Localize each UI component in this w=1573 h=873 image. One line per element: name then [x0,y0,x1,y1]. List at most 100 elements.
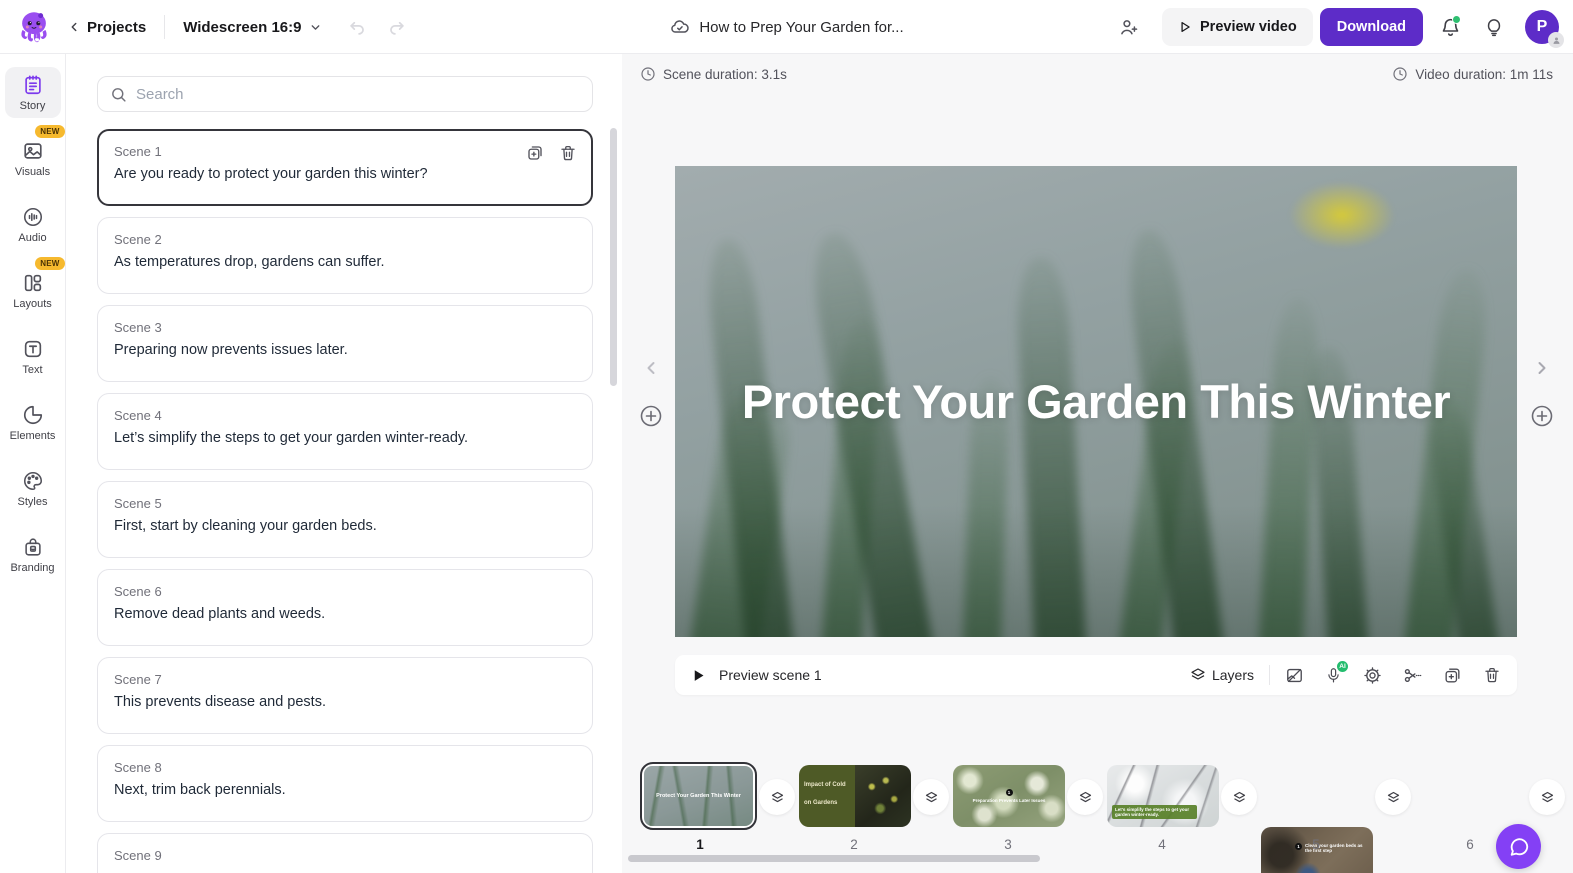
back-chevron-icon [67,20,81,34]
clock-icon [1392,66,1408,82]
duplicate-scene-icon[interactable] [526,144,544,162]
thumb-number: 4 [1150,837,1174,852]
trim-scissors-icon[interactable] [1403,666,1422,685]
delete-scene-icon[interactable] [1483,666,1501,684]
scene-label: Scene 4 [114,408,576,423]
voiceover-mic-icon[interactable]: AI [1325,667,1342,684]
delete-scene-icon[interactable] [559,144,577,162]
transition-button-4[interactable] [1221,779,1257,815]
add-scene-right-icon[interactable] [1529,403,1555,429]
add-scene-left-icon[interactable] [638,403,664,429]
ai-badge: AI [1336,660,1349,673]
scene-card-8[interactable]: Scene 8 Next, trim back perennials. [97,745,593,822]
thumb-number: 3 [996,837,1020,852]
aspect-ratio-selector[interactable]: Widescreen 16:9 [183,19,322,36]
app-logo-octopus[interactable] [15,8,53,46]
sidebar-item-audio[interactable]: Audio [5,199,61,250]
transition-button-1[interactable] [759,779,795,815]
sidebar-item-elements[interactable]: Elements [5,397,61,448]
sidebar-item-layouts[interactable]: NEW Layouts [5,265,61,316]
scene-card-4[interactable]: Scene 4 Let’s simplify the steps to get … [97,393,593,470]
sidebar-item-text[interactable]: Text [5,331,61,382]
scene-label: Scene 2 [114,232,576,247]
transition-button-6[interactable] [1529,779,1565,815]
scene-label: Scene 1 [114,144,576,159]
video-preview-stage[interactable]: Protect Your Garden This Winter [675,166,1517,637]
scene-card-7[interactable]: Scene 7 This prevents disease and pests. [97,657,593,734]
layers-button[interactable]: Layers [1190,667,1254,683]
text-icon [22,338,44,360]
invite-user-icon[interactable] [1110,8,1148,46]
video-title-text[interactable]: Protect Your Garden This Winter [742,374,1450,429]
scene-list-scrollbar[interactable] [610,128,617,386]
scene-text: Remove dead plants and weeds. [114,606,576,622]
scene-text: Preparing now prevents issues later. [114,342,576,358]
thumb-caption: Preparation Prevents Later Issues [959,798,1060,803]
download-label: Download [1337,19,1406,35]
timeline-thumb-2[interactable]: Impact of Cold on Gardens [799,765,911,827]
scene-card-2[interactable]: Scene 2 As temperatures drop, gardens ca… [97,217,593,294]
timeline-thumb-1[interactable]: Protect Your Garden This Winter [640,762,757,830]
help-lightbulb-icon[interactable] [1475,8,1513,46]
timeline-thumb-3[interactable]: 1 Preparation Prevents Later Issues [953,765,1065,827]
duplicate-scene-icon[interactable] [1443,666,1462,685]
thumb-step-dot: 1 [1295,843,1302,850]
sidebar-item-label: Story [20,100,46,112]
scene-label: Scene 9 [114,848,576,863]
preview-video-button[interactable]: Preview video [1162,8,1313,46]
search-input[interactable] [136,86,580,103]
back-to-projects[interactable]: Projects [67,19,146,36]
undo-icon[interactable] [348,18,367,37]
layouts-icon [22,272,44,294]
scene-settings-gear-icon[interactable] [1363,666,1382,685]
search-box[interactable] [97,76,593,112]
media-off-icon[interactable] [1285,666,1304,685]
cloud-saved-icon [669,17,689,37]
user-avatar[interactable]: P [1525,10,1559,44]
divider [164,15,165,39]
notifications-bell-icon[interactable] [1431,8,1469,46]
avatar-person-badge-icon [1548,32,1564,48]
sidebar-item-label: Audio [18,232,46,244]
transition-button-5[interactable] [1375,779,1411,815]
project-title[interactable]: How to Prep Your Garden for... [699,19,903,36]
scene-card-9[interactable]: Scene 9 [97,833,593,873]
sidebar-item-visuals[interactable]: NEW Visuals [5,133,61,184]
redo-icon[interactable] [387,18,406,37]
transition-button-2[interactable] [913,779,949,815]
sidebar-item-label: Elements [10,430,56,442]
sidebar-item-branding[interactable]: Branding [5,529,61,580]
scene-text: Let’s simplify the steps to get your gar… [114,430,576,446]
filmstrip-scrollbar[interactable] [628,855,1040,862]
chevron-down-icon [309,21,322,34]
thumb-number: 2 [842,837,866,852]
clock-icon [640,66,656,82]
support-chat-button[interactable] [1496,824,1541,869]
thumb-caption: Let's simplify the steps to get your gar… [1112,805,1197,819]
scene-card-1[interactable]: Scene 1 Are you ready to protect your ga… [97,129,593,206]
scene-text: Are you ready to protect your garden thi… [114,166,576,182]
timeline-thumb-4[interactable]: Let's simplify the steps to get your gar… [1107,765,1219,827]
sidebar-item-story[interactable]: Story [5,67,61,118]
play-scene-icon[interactable] [691,668,706,683]
preview-scene-label: Preview scene 1 [719,667,822,683]
prev-scene-chevron-icon[interactable] [639,356,663,380]
search-icon [110,86,127,103]
sidebar-item-styles[interactable]: Styles [5,463,61,514]
video-duration: Video duration: 1m 11s [1392,66,1553,82]
transition-button-3[interactable] [1067,779,1103,815]
scene-card-5[interactable]: Scene 5 First, start by cleaning your ga… [97,481,593,558]
preview-video-label: Preview video [1200,19,1297,35]
thumb-caption: Protect Your Garden This Winter [650,793,747,799]
chat-bubble-icon [1508,836,1530,858]
next-scene-chevron-icon[interactable] [1530,356,1554,380]
thumb-step-dot: 1 [1006,789,1013,796]
story-icon [22,74,44,96]
scene-text: This prevents disease and pests. [114,694,576,710]
sidebar-item-label: Styles [18,496,48,508]
thumb-number: 6 [1458,837,1482,852]
download-button[interactable]: Download [1320,8,1423,46]
thumb-caption: Impact of Cold on Gardens [804,782,846,806]
scene-card-3[interactable]: Scene 3 Preparing now prevents issues la… [97,305,593,382]
scene-card-6[interactable]: Scene 6 Remove dead plants and weeds. [97,569,593,646]
